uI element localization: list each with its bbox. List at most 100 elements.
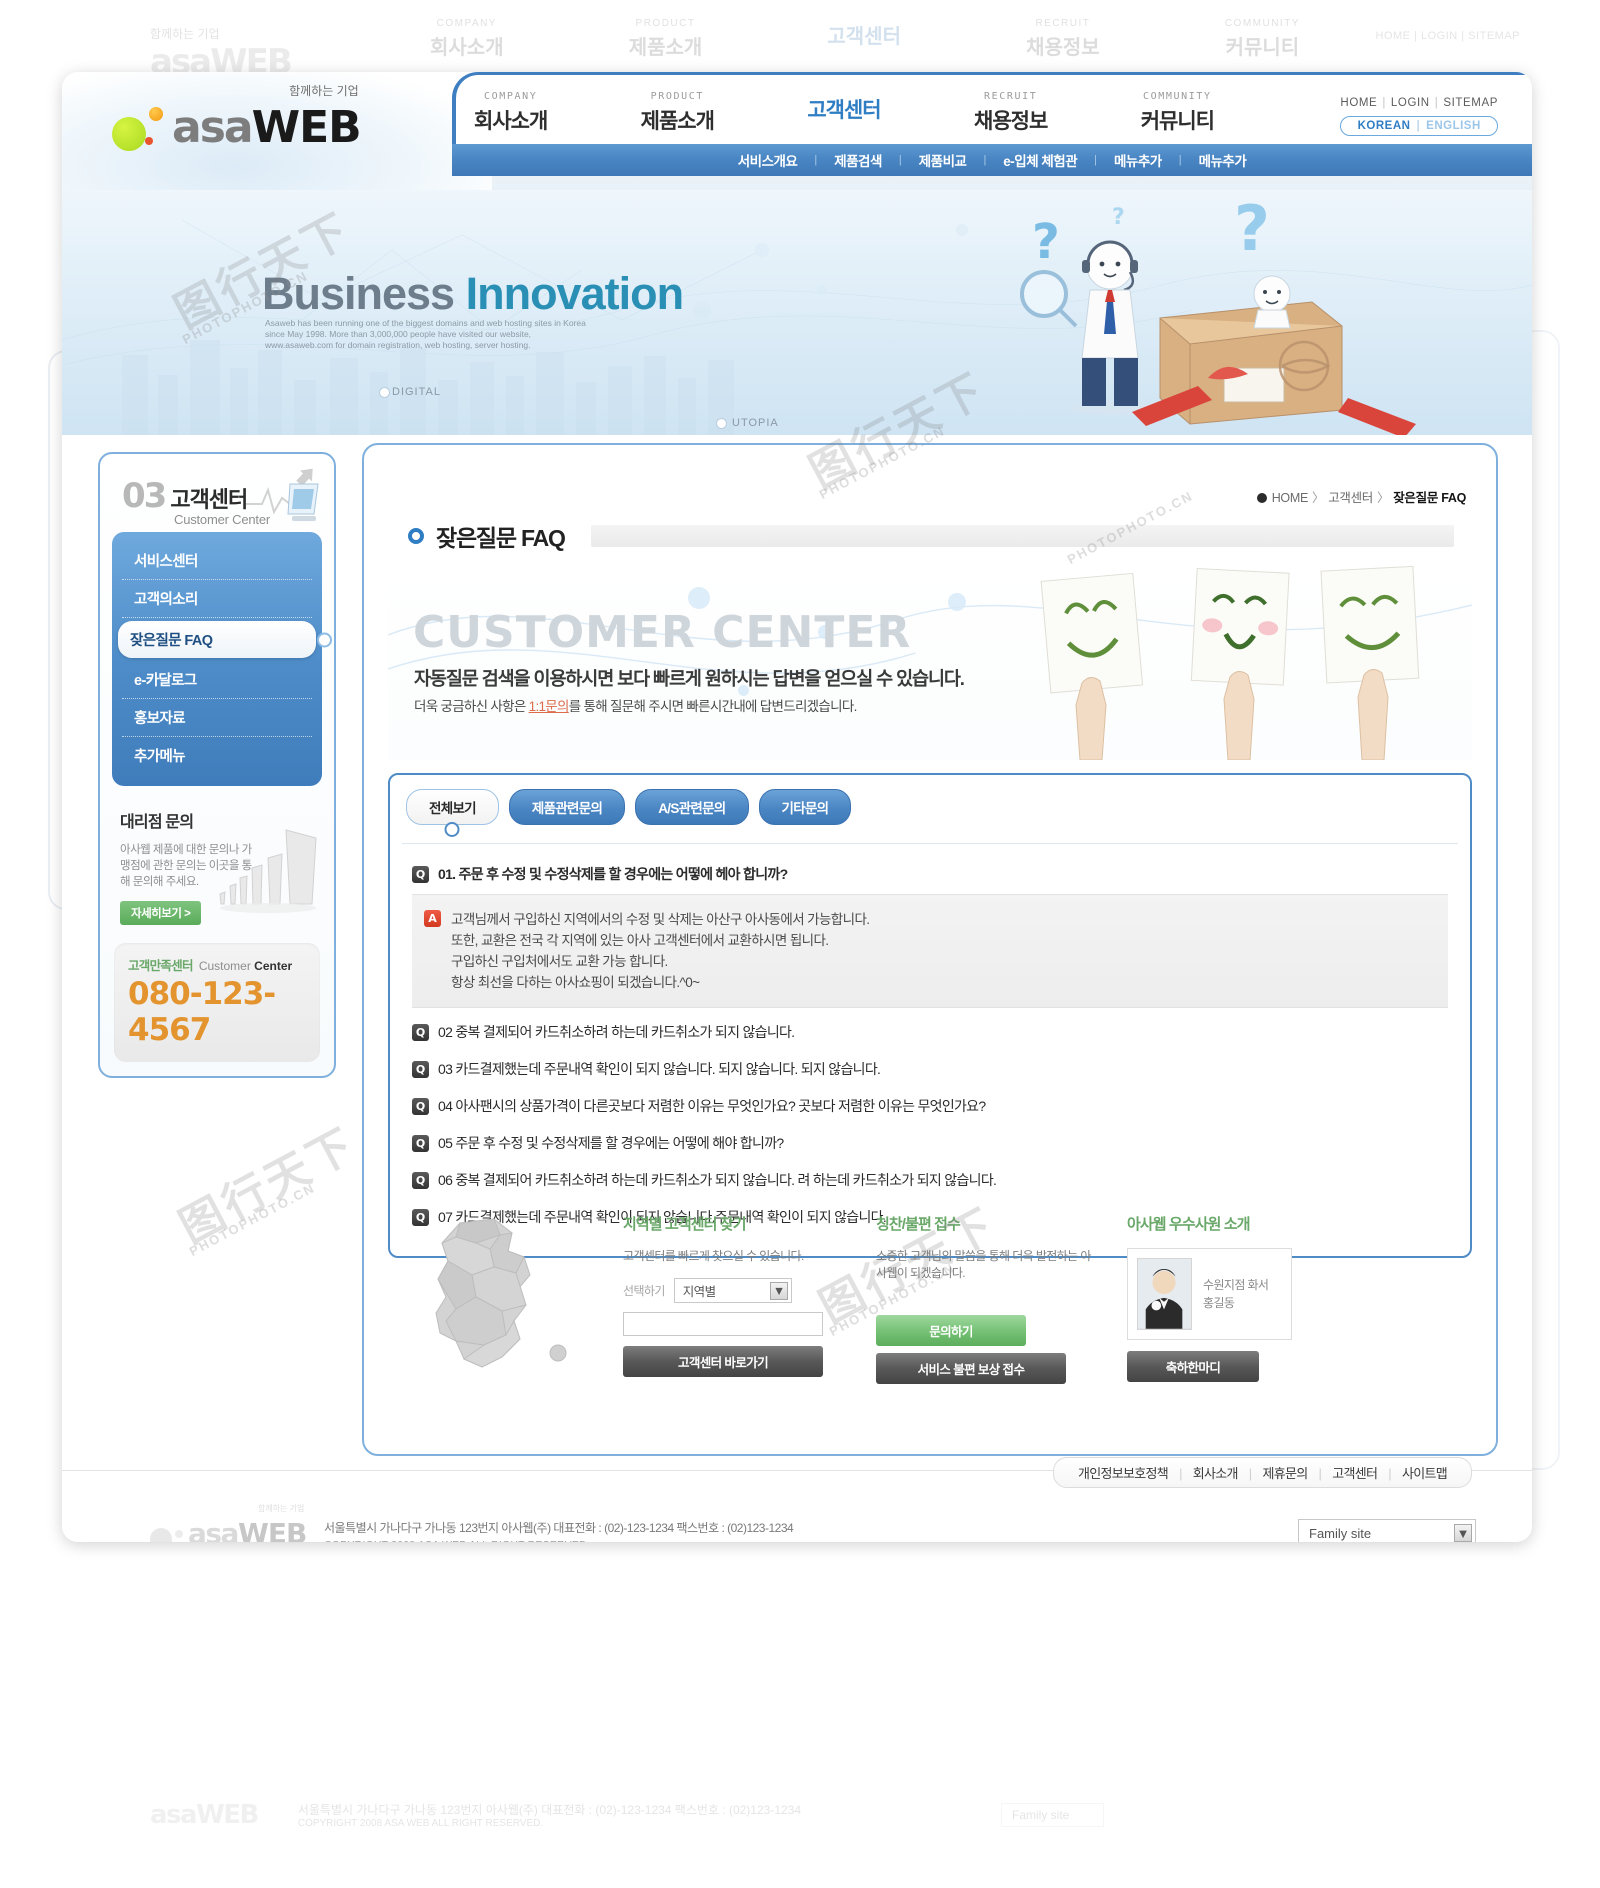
lang-korean-button[interactable]: KOREAN [1358, 120, 1411, 132]
faq-question-row[interactable]: Q 01. 주문 후 수정 및 수정삭제를 할 경우에는 어떻에 헤아 합니까? [402, 856, 1458, 888]
faq-question-row[interactable]: Q 04 아사팬시의 상품가격이 다른곳보다 저렴한 이유는 무엇인가요? 곳보… [402, 1088, 1458, 1125]
svg-text:?: ? [1112, 205, 1125, 230]
smiling-paper-faces-illustration [1040, 565, 1420, 760]
family-site-dropdown[interactable]: Family site ▼ [1298, 1519, 1476, 1542]
faq-question-row[interactable]: Q 02 중복 결제되어 카드취소하려 하는데 카드취소가 되지 않습니다. [402, 1014, 1458, 1051]
hero-node-dot-icon [379, 387, 390, 398]
ghost-nav-kor: 고객센터 [827, 26, 902, 48]
lang-english-button[interactable]: ENGLISH [1426, 120, 1481, 132]
korea-map-icon [435, 1218, 567, 1368]
subnav-item-3d-experience[interactable]: e-입체 체험관 [1003, 150, 1077, 170]
sidebar-title-kor: 고객센터 [170, 487, 248, 512]
ghost-family-site: Family site [1001, 1803, 1105, 1827]
footer-link-privacy[interactable]: 개인정보보호정책 [1078, 1466, 1169, 1481]
nav-item-product[interactable]: PRODUCT 제품소개 [641, 91, 715, 135]
sidebar-item-add-menu[interactable]: 추가메뉴 [122, 737, 312, 774]
faq-answer-line: 구입하신 구입처에서도 교환 가능 합니다. [451, 954, 668, 969]
faq-question-row[interactable]: Q 06 중복 결제되어 카드취소하려 하는데 카드취소가 되지 않습니다. 려… [402, 1162, 1458, 1199]
staff-name: 홍길동 [1203, 1296, 1235, 1310]
logo-red-dot-icon [145, 137, 153, 145]
nav-item-company[interactable]: COMPANY 회사소개 [474, 91, 548, 135]
footer-link-sep: | [1179, 1466, 1182, 1481]
ghost-nav-kor: 채용정보 [1026, 37, 1100, 59]
callout-labels: 고객만족센터 Customer Center [128, 955, 310, 974]
nav-item-recruit[interactable]: RECRUIT 채용정보 [974, 91, 1048, 135]
subnav-item-add-menu-1[interactable]: 메뉴추가 [1114, 150, 1162, 170]
page-title: 잦은질문 FAQ [436, 525, 566, 551]
chevron-down-icon: ▼ [1454, 1524, 1472, 1542]
hero-character-illustration: ? ? ? [1020, 198, 1416, 435]
question-badge-icon: Q [412, 1098, 429, 1115]
sidebar-header: 03 고객센터 Customer Center [100, 454, 334, 532]
dealer-inquiry-more-button[interactable]: 자세히보기 > [120, 901, 202, 925]
breadcrumb-level2[interactable]: 고객센터 [1328, 491, 1373, 505]
region-select-row: 선택하기 지역별 ▼ [623, 1278, 848, 1303]
footer-link-sitemap[interactable]: 사이트맵 [1402, 1466, 1448, 1481]
home-link[interactable]: HOME [1340, 97, 1377, 109]
login-link[interactable]: LOGIN [1391, 97, 1430, 109]
footer-copyright: COPYRIGHT 2008 ASA WEB ALL RIGHT RESERVE… [324, 1539, 590, 1542]
faq-question-row[interactable]: Q 03 카드결제했는데 주문내역 확인이 되지 않습니다. 되지 않습니다. … [402, 1051, 1458, 1088]
faq-tab-all[interactable]: 전체보기 [406, 789, 499, 825]
footer-link-customer-center[interactable]: 고객센터 [1332, 1466, 1378, 1481]
region-select-value: 지역별 [682, 1285, 716, 1299]
nav-item-recruit-label: 채용정보 [974, 110, 1048, 133]
sidebar-item-service-center[interactable]: 서비스센터 [122, 542, 312, 580]
sitemap-link[interactable]: SITEMAP [1443, 97, 1498, 109]
utility-sep: | [1434, 97, 1439, 109]
breadcrumb-bullet-icon [1256, 493, 1267, 503]
footer-logo-small-dot-icon [175, 1530, 183, 1538]
faq-question-row[interactable]: Q 05 주문 후 수정 및 수정삭제를 할 경우에는 어떻에 해야 합니까? [402, 1125, 1458, 1162]
faq-tab-product[interactable]: 제품관련문의 [508, 789, 626, 825]
logo-web-text: WEB [251, 102, 362, 153]
best-employee-title: 아사웹 우수사원 소개 [1127, 1216, 1251, 1233]
subnav-item-service-overview[interactable]: 서비스개요 [738, 150, 798, 170]
nav-item-community[interactable]: COMMUNITY 커뮤니티 [1140, 91, 1215, 135]
nav-item-product-eng: PRODUCT [650, 91, 704, 102]
subnav-sep: | [1178, 154, 1182, 166]
footer-link-partnership[interactable]: 제휴문의 [1262, 1466, 1308, 1481]
inquiry-button[interactable]: 문의하기 [876, 1315, 1026, 1346]
nav-item-customer-center[interactable]: 고객센터 [807, 91, 881, 135]
sidebar-item-faq[interactable]: 잦은질문 FAQ [118, 621, 316, 658]
sidebar-item-pr-materials[interactable]: 홍보자료 [122, 699, 312, 737]
hero-title-part2: Innovation [465, 268, 684, 319]
breadcrumb-home[interactable]: HOME [1272, 491, 1309, 505]
ghost-nav-item: PRODUCT 제품소개 [629, 18, 703, 60]
nav-item-community-label: 커뮤니티 [1140, 110, 1215, 133]
goto-customer-center-button[interactable]: 고객센터 바로가기 [623, 1346, 823, 1377]
faq-tab-as[interactable]: A/S관련문의 [635, 789, 749, 825]
service-compensation-button[interactable]: 서비스 불편 보상 접수 [876, 1353, 1066, 1384]
banner-one-to-one-link[interactable]: 1:1문의 [529, 699, 570, 714]
customer-center-banner: CUSTOMER CENTER 자동질문 검색을 이용하시면 보다 빠르게 원하… [388, 565, 1472, 760]
background-ghost-footer: asaWEB 서울특별시 가나다구 가나동 123번지 아사웹(주) 대표전화 … [150, 1800, 1450, 1830]
sidebar-item-customer-voice[interactable]: 고객의소리 [122, 580, 312, 618]
faq-tab-etc[interactable]: 기타문의 [758, 789, 852, 825]
subnav-item-product-search[interactable]: 제품검색 [834, 150, 882, 170]
subnav-item-add-menu-2[interactable]: 메뉴추가 [1199, 150, 1247, 170]
faq-question-text: 05 주문 후 수정 및 수정삭제를 할 경우에는 어떻에 해야 합니까? [438, 1135, 784, 1151]
question-badge-icon: Q [412, 1024, 429, 1041]
ghost-footer-copyright: COPYRIGHT 2008 ASA WEB ALL RIGHT RESERVE… [297, 1818, 544, 1829]
sidebar-dealer-inquiry: 대리점 문의 아사웹 제품에 대한 문의나 가맹점에 관한 문의는 이곳을 통해… [120, 808, 317, 925]
region-select-dropdown[interactable]: 지역별 ▼ [673, 1278, 792, 1303]
banner-line2-a: 더욱 궁금하신 사항은 [414, 699, 529, 714]
region-text-input[interactable] [623, 1312, 823, 1336]
sidebar-item-label: 추가메뉴 [134, 749, 186, 765]
sidebar-item-label: e-카달로그 [134, 673, 197, 689]
congratulate-button[interactable]: 축하한마디 [1127, 1351, 1259, 1382]
site-logo[interactable]: 함께하는 기업 asaWEB [112, 84, 362, 153]
body-area: 03 고객센터 Customer Center 서비스센터 고객의소리 잦은질문… [62, 435, 1532, 1470]
lang-sep: | [1416, 120, 1421, 132]
subnav-item-product-compare[interactable]: 제품비교 [919, 150, 967, 170]
subnav-sep: | [983, 154, 987, 166]
staff-portrait-icon [1138, 1259, 1191, 1329]
main-navigation: COMPANY 회사소개 PRODUCT 제품소개 고객센터 RECRUIT 채… [474, 91, 1215, 135]
callout-label-eng-1: Customer [198, 959, 255, 973]
faq-question-text: 06 중복 결제되어 카드취소하려 하는데 카드취소가 되지 않습니다. 려 하… [438, 1172, 997, 1188]
staff-card: 수원지점 화서 홍길동 [1127, 1248, 1292, 1340]
footer-logo[interactable]: 함께하는 기업 asaWEB [150, 1504, 307, 1542]
staff-branch: 수원지점 화서 [1203, 1278, 1269, 1292]
sidebar-item-ecatalog[interactable]: e-카달로그 [122, 661, 312, 699]
footer-link-company[interactable]: 회사소개 [1193, 1466, 1239, 1481]
